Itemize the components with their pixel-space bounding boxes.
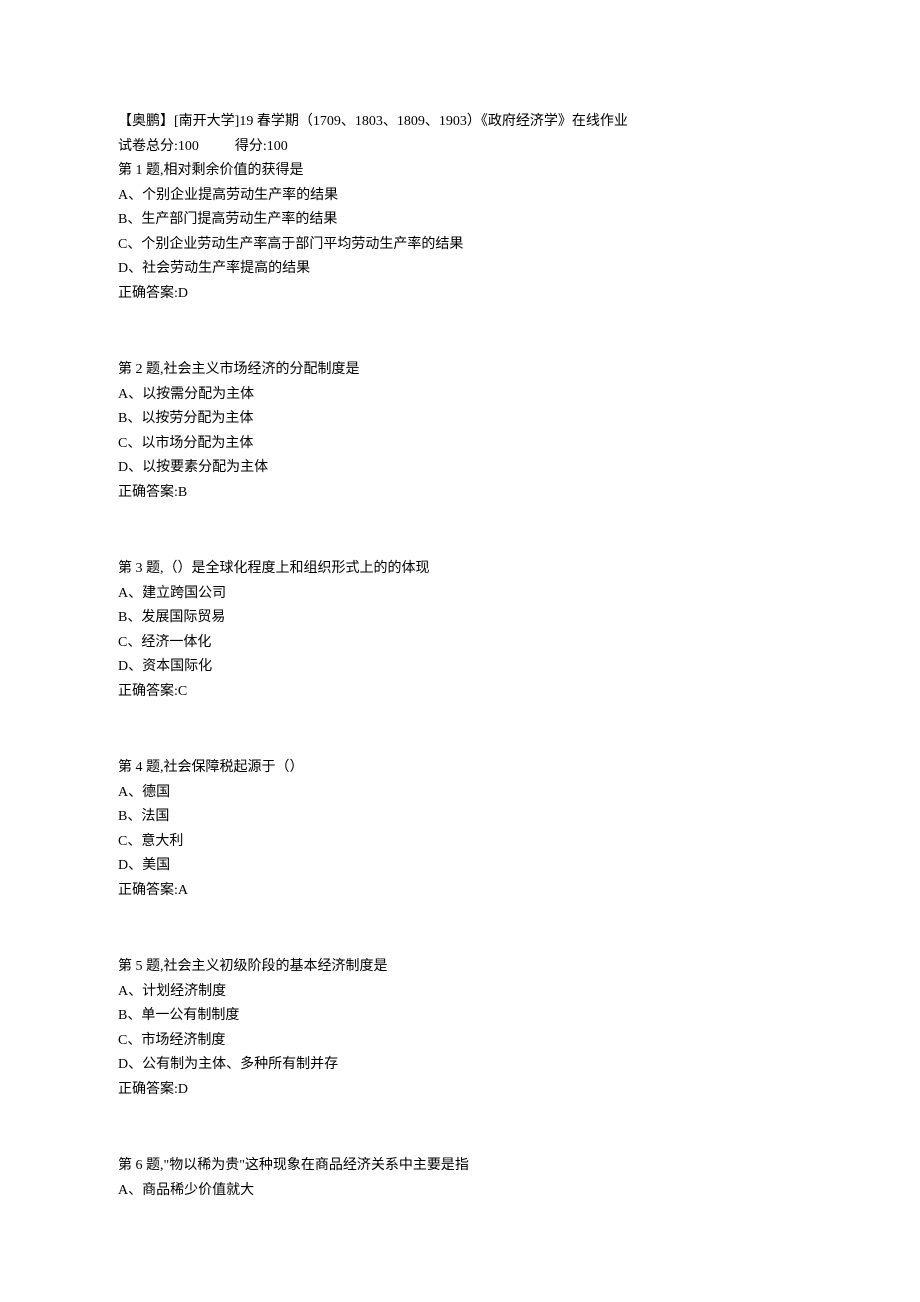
- question-option: C、以市场分配为主体: [118, 432, 802, 457]
- score-got: 得分:100: [235, 139, 288, 154]
- question-option: D、社会劳动生产率提高的结果: [118, 257, 802, 282]
- question-option: A、个别企业提高劳动生产率的结果: [118, 184, 802, 209]
- question-prompt: 第 4 题,社会保障税起源于（）: [118, 756, 802, 781]
- question-block-2: 第 2 题,社会主义市场经济的分配制度是 A、以按需分配为主体 B、以按劳分配为…: [118, 358, 802, 505]
- score-total: 试卷总分:100: [118, 139, 199, 154]
- question-answer: 正确答案:C: [118, 680, 802, 705]
- question-option: B、生产部门提高劳动生产率的结果: [118, 208, 802, 233]
- question-option: A、以按需分配为主体: [118, 383, 802, 408]
- question-block-5: 第 5 题,社会主义初级阶段的基本经济制度是 A、计划经济制度 B、单一公有制制…: [118, 955, 802, 1102]
- question-option: B、法国: [118, 805, 802, 830]
- question-answer: 正确答案:D: [118, 282, 802, 307]
- question-block-6: 第 6 题,"物以稀为贵"这种现象在商品经济关系中主要是指 A、商品稀少价值就大: [118, 1154, 802, 1203]
- question-option: D、美国: [118, 854, 802, 879]
- question-block-4: 第 4 题,社会保障税起源于（） A、德国 B、法国 C、意大利 D、美国 正确…: [118, 756, 802, 903]
- question-option: A、商品稀少价值就大: [118, 1179, 802, 1204]
- question-prompt: 第 2 题,社会主义市场经济的分配制度是: [118, 358, 802, 383]
- question-answer: 正确答案:B: [118, 481, 802, 506]
- question-prompt: 第 5 题,社会主义初级阶段的基本经济制度是: [118, 955, 802, 980]
- question-option: A、建立跨国公司: [118, 582, 802, 607]
- question-option: B、发展国际贸易: [118, 606, 802, 631]
- question-option: C、经济一体化: [118, 631, 802, 656]
- score-line: 试卷总分:100 得分:100: [118, 135, 802, 160]
- question-prompt: 第 6 题,"物以稀为贵"这种现象在商品经济关系中主要是指: [118, 1154, 802, 1179]
- question-option: C、个别企业劳动生产率高于部门平均劳动生产率的结果: [118, 233, 802, 258]
- document-title: 【奥鹏】[南开大学]19 春学期（1709、1803、1809、1903）《政府…: [118, 110, 802, 135]
- question-option: B、以按劳分配为主体: [118, 407, 802, 432]
- question-answer: 正确答案:A: [118, 879, 802, 904]
- question-option: C、市场经济制度: [118, 1029, 802, 1054]
- question-answer: 正确答案:D: [118, 1078, 802, 1103]
- question-option: C、意大利: [118, 830, 802, 855]
- question-option: D、资本国际化: [118, 655, 802, 680]
- question-block-1: 第 1 题,相对剩余价值的获得是 A、个别企业提高劳动生产率的结果 B、生产部门…: [118, 159, 802, 306]
- question-prompt: 第 3 题,（）是全球化程度上和组织形式上的的体现: [118, 557, 802, 582]
- question-option: D、以按要素分配为主体: [118, 456, 802, 481]
- question-option: D、公有制为主体、多种所有制并存: [118, 1053, 802, 1078]
- question-option: A、计划经济制度: [118, 980, 802, 1005]
- question-block-3: 第 3 题,（）是全球化程度上和组织形式上的的体现 A、建立跨国公司 B、发展国…: [118, 557, 802, 704]
- question-option: B、单一公有制制度: [118, 1004, 802, 1029]
- question-prompt: 第 1 题,相对剩余价值的获得是: [118, 159, 802, 184]
- question-option: A、德国: [118, 781, 802, 806]
